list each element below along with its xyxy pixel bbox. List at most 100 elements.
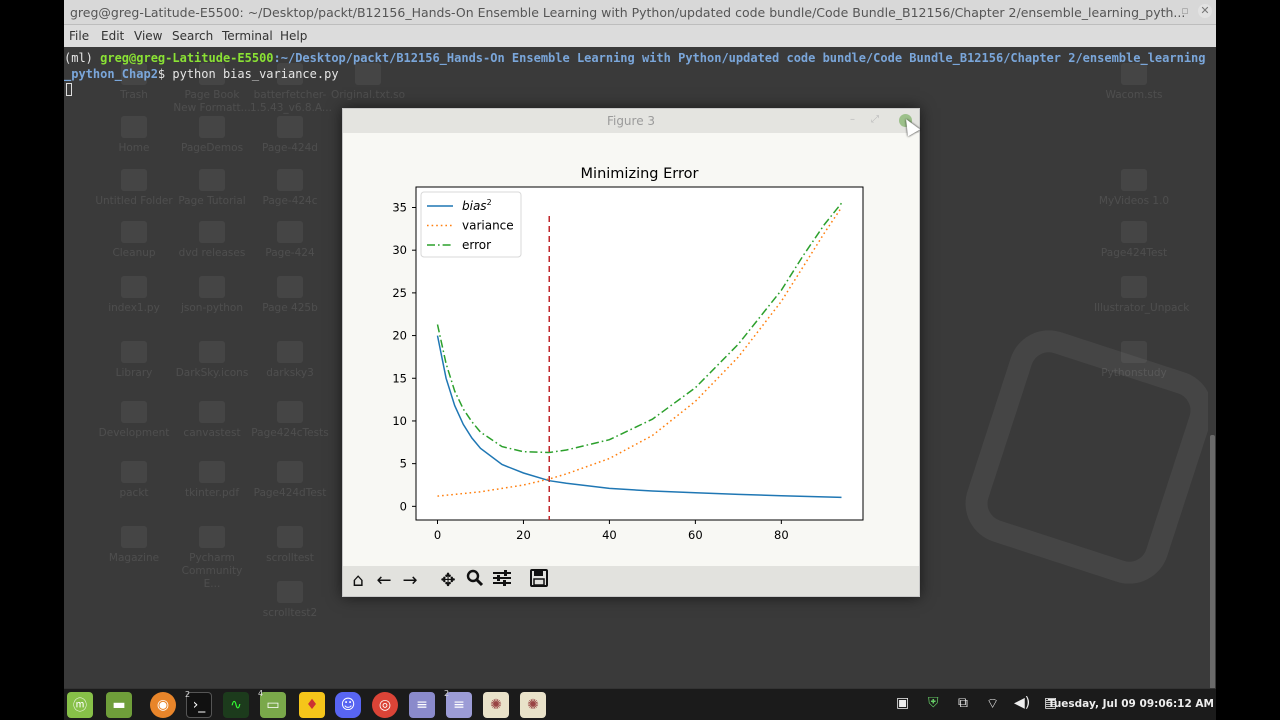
terminal-scrollbar[interactable] bbox=[1208, 47, 1216, 720]
desktop-icon bbox=[277, 401, 303, 423]
desktop-icon bbox=[121, 526, 147, 548]
wifi-tray-icon[interactable]: ⌔ bbox=[986, 695, 999, 713]
figure-titlebar[interactable]: Figure 3 – ⤢ bbox=[343, 109, 919, 133]
forward-arrow-icon[interactable]: → bbox=[398, 569, 422, 593]
prompt-path-continued: _python_Chap2 bbox=[64, 67, 158, 81]
menu-terminal[interactable]: Terminal bbox=[222, 29, 273, 43]
desktop-icon bbox=[121, 116, 147, 138]
menu-help[interactable]: Help bbox=[280, 29, 307, 43]
desktop-icon bbox=[199, 526, 225, 548]
y-tick-label: 20 bbox=[392, 329, 407, 343]
pan-move-icon[interactable]: ✥ bbox=[436, 569, 460, 593]
desktop-icon bbox=[277, 581, 303, 603]
app-icon[interactable]: ♦ bbox=[299, 692, 325, 718]
x-tick-label: 0 bbox=[434, 528, 441, 542]
zoom-magnifier-icon[interactable] bbox=[463, 569, 487, 593]
desktop-icon bbox=[1121, 169, 1147, 191]
desktop-icon bbox=[121, 169, 147, 191]
minimize-icon[interactable]: – bbox=[1158, 4, 1172, 18]
desktop-icon-label: Untitled Folder bbox=[95, 195, 173, 207]
mint-menu-icon[interactable]: ⓜ bbox=[67, 692, 93, 718]
desktop-icon bbox=[121, 461, 147, 483]
close-icon[interactable]: ✕ bbox=[1198, 4, 1212, 18]
scrollbar-thumb[interactable] bbox=[1210, 435, 1215, 720]
terminal-icon[interactable]: ›_ 2 bbox=[185, 690, 212, 718]
back-arrow-icon[interactable]: ← bbox=[372, 569, 396, 593]
plot-canvas: Minimizing Error0 20 40 60 8005101520253035 b… bbox=[343, 133, 919, 567]
y-tick-label: 30 bbox=[392, 243, 407, 257]
y-tick-label: 10 bbox=[392, 414, 407, 428]
desktop-icon bbox=[199, 401, 225, 423]
discord-icon[interactable]: ☺ bbox=[335, 692, 361, 718]
terminal-command: python bias_variance.py bbox=[172, 67, 339, 81]
y-tick-label: 5 bbox=[400, 457, 407, 471]
desktop-icon-label: Trash bbox=[120, 89, 148, 101]
folder-icon[interactable]: ▭ 4 bbox=[258, 689, 286, 718]
desktop-icon-label: scrolltest2 bbox=[262, 607, 318, 619]
desktop-icon-label: Magazine bbox=[108, 552, 160, 564]
desktop-icon-label: Original.txt.so bbox=[330, 89, 406, 101]
desktop-icon bbox=[121, 276, 147, 298]
volume-tray-icon[interactable]: ◀︎) bbox=[1014, 695, 1030, 711]
desktop-icon-label: Wacom.sts bbox=[1105, 89, 1163, 101]
menu-file[interactable]: File bbox=[69, 29, 89, 43]
configure-subplots-icon[interactable] bbox=[490, 569, 514, 593]
desktop-icon-label: Page-424d bbox=[262, 142, 318, 154]
desktop-icon bbox=[199, 341, 225, 363]
x-tick-label: 20 bbox=[516, 528, 531, 542]
chrome-icon[interactable]: ◎ bbox=[372, 692, 398, 718]
terminal-badge: 2 bbox=[185, 690, 191, 699]
clock[interactable]: Tuesday, Jul 09 09:06:12 AM bbox=[1048, 698, 1214, 710]
terminal-title: greg@greg-Latitude-E5500: ~/Desktop/pack… bbox=[70, 5, 1186, 20]
prompt-line-2: _python_Chap2$ python bias_variance.py bbox=[64, 67, 339, 81]
text-editor-icon[interactable]: ≡ bbox=[409, 692, 435, 718]
desktop-icon bbox=[121, 221, 147, 243]
figure-minimize-icon[interactable]: – bbox=[850, 114, 855, 125]
desktop-icon bbox=[121, 341, 147, 363]
desktop-icon-label: Page-424c bbox=[262, 195, 318, 207]
desktop-icon-label: MyVideos 1.0 bbox=[1098, 195, 1170, 207]
desktop-icon-label: Cleanup bbox=[112, 247, 156, 259]
figure-toolbar: ⌂ ← → ✥ bbox=[343, 566, 919, 596]
notes-icon[interactable]: ≡ 2 bbox=[444, 689, 472, 718]
desktop-icon bbox=[355, 63, 381, 85]
desktop-icon-label: batterfetcher-1.5.43_v6.8.A... bbox=[250, 89, 332, 114]
firefox-icon[interactable]: ◉ bbox=[150, 692, 176, 718]
camera-tray-icon[interactable]: ▣ bbox=[896, 695, 909, 711]
desktop-icon bbox=[277, 341, 303, 363]
desktop-icon bbox=[121, 401, 147, 423]
desktop-icon bbox=[277, 221, 303, 243]
desktop-icon-label: Pycharm Community E... bbox=[181, 552, 243, 590]
menu-view[interactable]: View bbox=[134, 29, 162, 43]
terminal-menubar: File Edit View Search Terminal Help bbox=[64, 25, 1216, 47]
x-tick-label: 40 bbox=[602, 528, 617, 542]
terminal-titlebar[interactable]: greg@greg-Latitude-E5500: ~/Desktop/pack… bbox=[64, 0, 1216, 25]
desktop-icon-label: tkinter.pdf bbox=[184, 487, 240, 499]
desktop-icon-label: Page424cTests bbox=[251, 427, 329, 439]
desktop-icon bbox=[199, 169, 225, 191]
y-tick-label: 25 bbox=[392, 286, 407, 300]
desktop-icon bbox=[1121, 63, 1147, 85]
desktop-icon-label: Page Book New Formatt... bbox=[173, 89, 251, 114]
home-icon[interactable]: ⌂ bbox=[346, 569, 370, 593]
figure-maximize-icon[interactable]: ⤢ bbox=[871, 114, 879, 125]
desktop-icon-label: scrolltest bbox=[266, 552, 314, 564]
gimp-icon-2[interactable]: ✺ bbox=[520, 692, 546, 718]
prompt-symbol: $ bbox=[157, 67, 173, 81]
notes-badge: 2 bbox=[444, 689, 450, 698]
menu-search[interactable]: Search bbox=[172, 29, 213, 43]
desktop-icon-label: dvd releases bbox=[178, 247, 246, 259]
screenshot-tray-icon[interactable]: ⧉ bbox=[958, 695, 968, 711]
gimp-icon[interactable]: ✺ bbox=[483, 692, 509, 718]
desktop-icon-label: darksky3 bbox=[266, 367, 314, 379]
save-floppy-icon[interactable] bbox=[527, 569, 551, 593]
menu-edit[interactable]: Edit bbox=[101, 29, 124, 43]
desktop-icon bbox=[199, 116, 225, 138]
mint-logo-watermark bbox=[955, 319, 1223, 595]
maximize-icon[interactable]: ▫ bbox=[1178, 4, 1192, 18]
system-monitor-icon[interactable]: ∿ bbox=[223, 692, 249, 718]
shield-tray-icon[interactable]: ⛨ bbox=[928, 695, 939, 711]
files-icon[interactable]: ▬ bbox=[106, 692, 132, 718]
desktop-icon-label: Page Tutorial bbox=[178, 195, 246, 207]
desktop-icon bbox=[1121, 221, 1147, 243]
